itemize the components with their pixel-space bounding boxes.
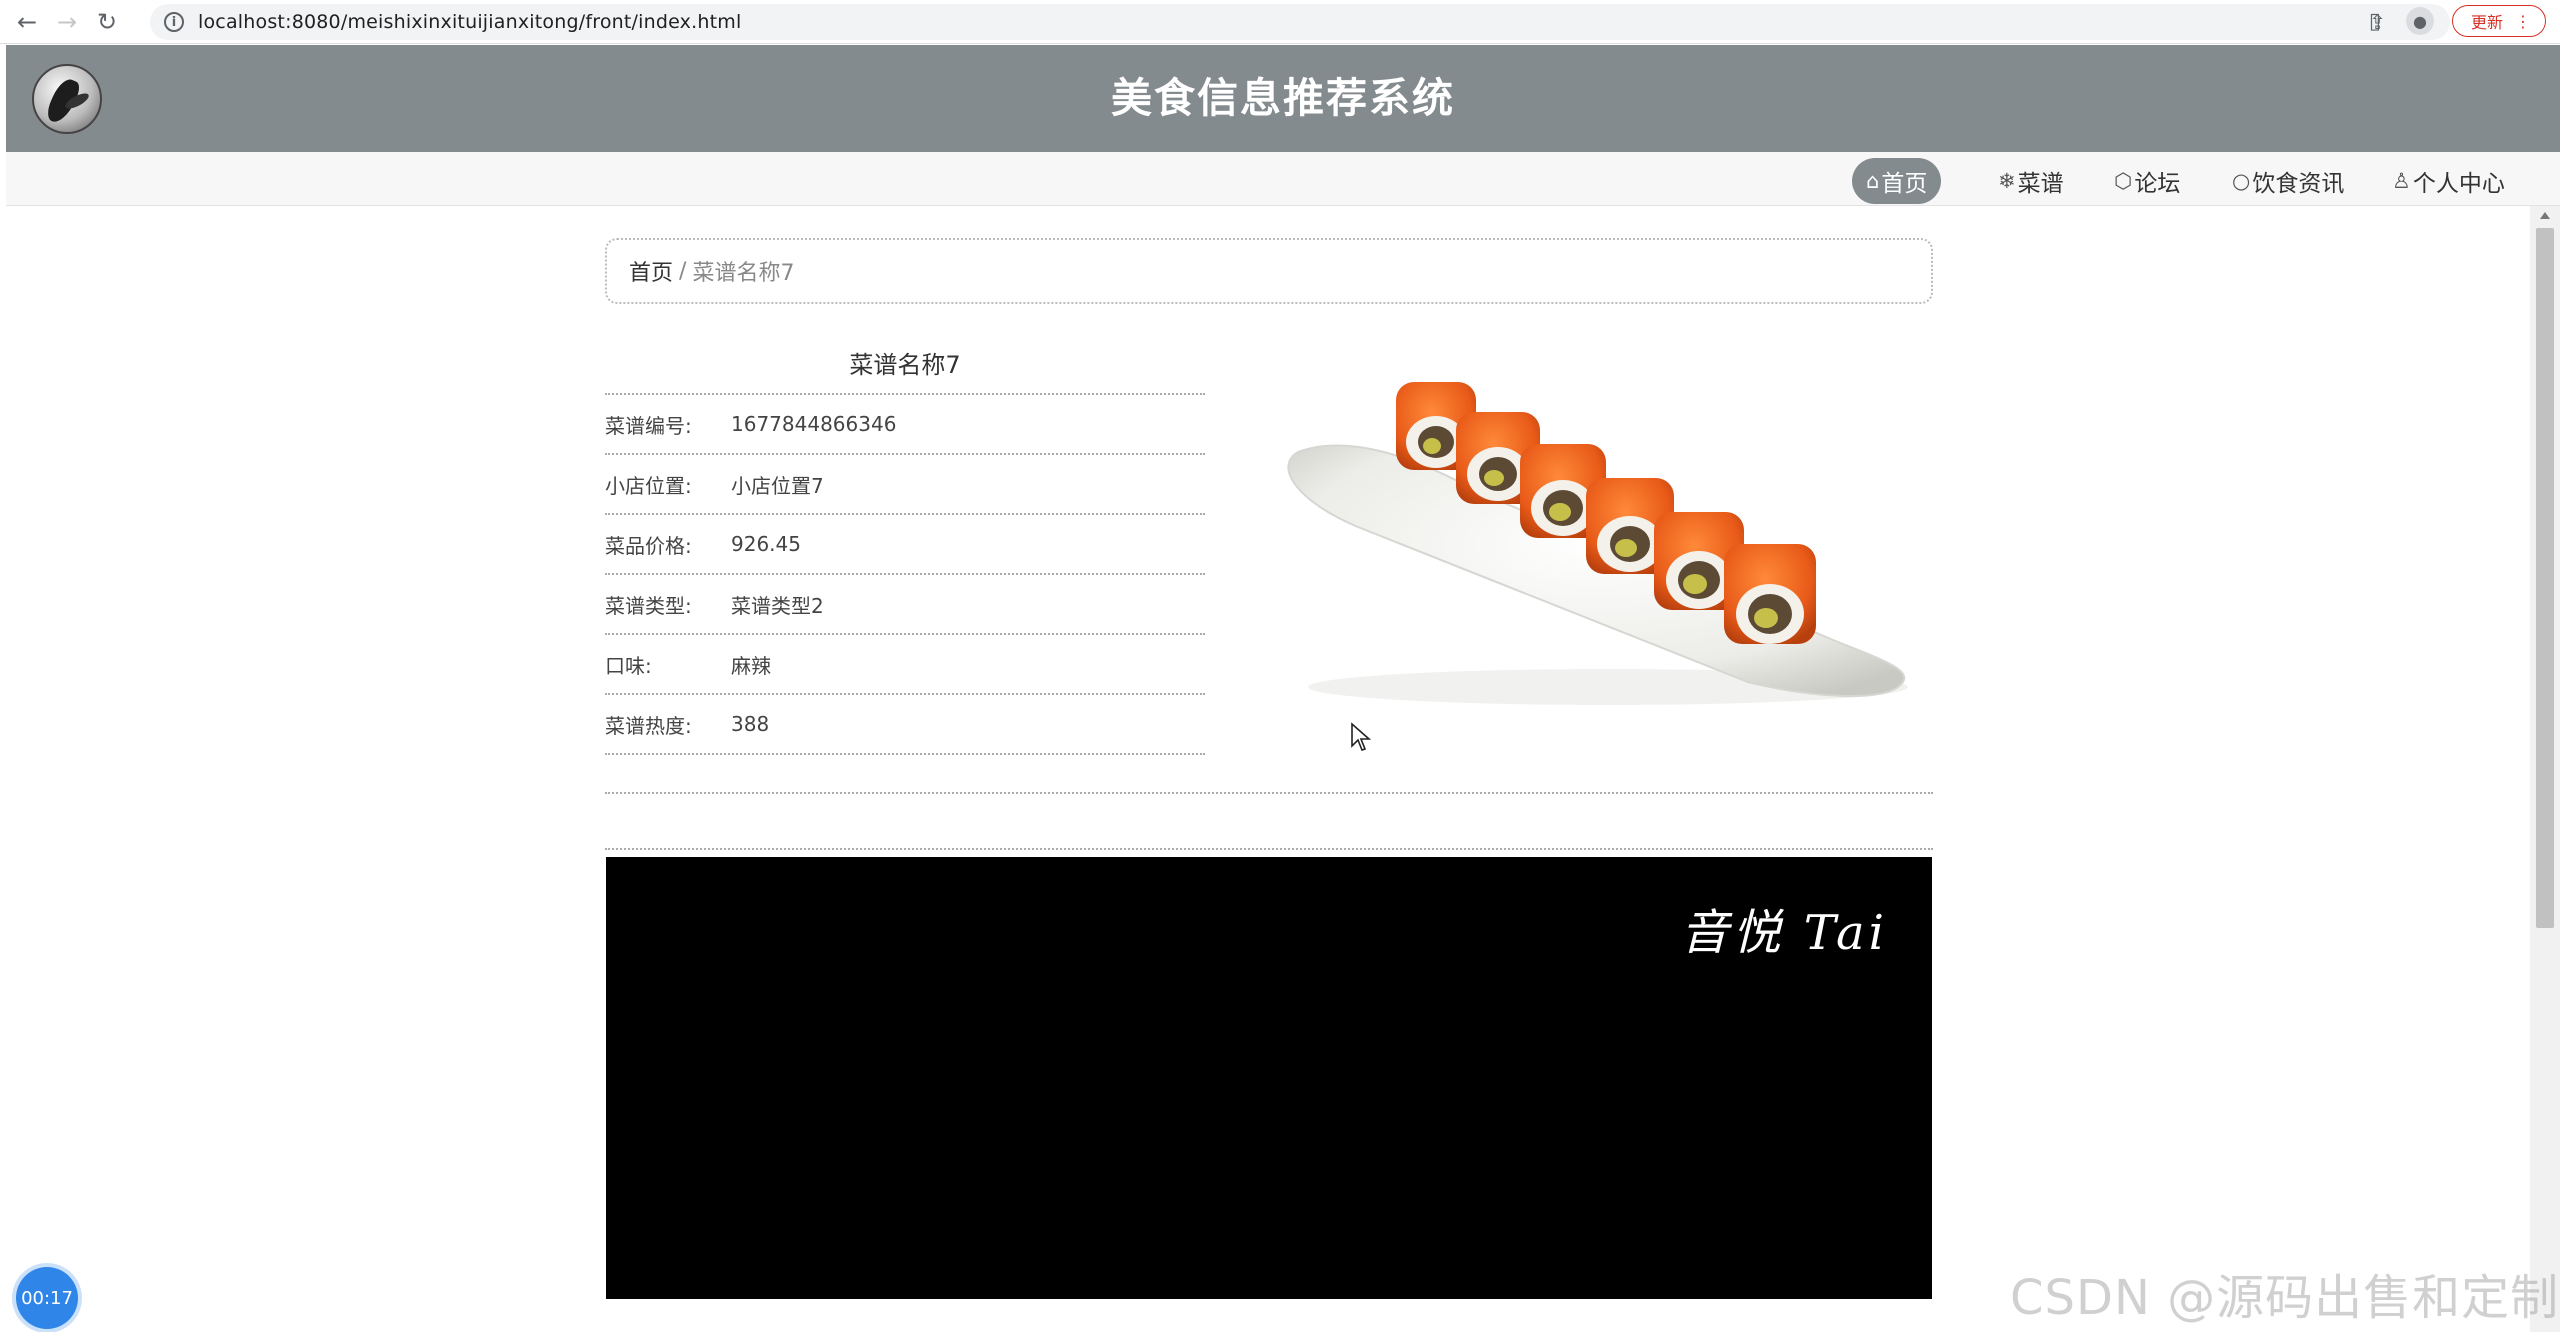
site-info-icon[interactable]: i <box>164 12 184 32</box>
site-header: 美食信息推荐系统 <box>6 45 2560 152</box>
info-label: 菜品价格: <box>605 533 692 558</box>
video-player[interactable]: 音悦 Tai <box>606 857 1932 1299</box>
info-label: 口味: <box>605 653 652 678</box>
main-nav: ⌂ 首页 ❄ 菜谱 ⬡ 论坛 ○ 饮食资讯 ♙ 个人中心 <box>6 152 2560 206</box>
info-label: 菜谱编号: <box>605 413 692 438</box>
breadcrumb-separator: / <box>679 258 687 284</box>
reload-icon[interactable]: ↻ <box>92 7 122 37</box>
nav-item-recipes[interactable]: ❄ 菜谱 <box>1998 158 2064 204</box>
info-value: 麻辣 <box>731 653 771 678</box>
nav-item-label: 论坛 <box>2134 171 2181 197</box>
info-value: 926.45 <box>731 532 801 556</box>
breadcrumb-home[interactable]: 首页 <box>629 255 673 287</box>
info-label: 菜谱类型: <box>605 593 692 618</box>
nav-item-label: 首页 <box>1881 171 1928 197</box>
circle-icon: ○ <box>2232 169 2251 193</box>
csdn-watermark: CSDN @源码出售和定制 <box>2010 1270 2560 1326</box>
browser-toolbar: ← → ↻ i localhost:8080/meishixinxituijia… <box>0 0 2560 44</box>
video-signature: 音悦 Tai <box>1680 905 1888 961</box>
mouse-cursor-icon <box>1351 722 1372 751</box>
page-scrollbar[interactable] <box>2530 206 2560 1332</box>
address-bar[interactable]: i localhost:8080/meishixinxituijianxiton… <box>150 4 2450 40</box>
info-label: 小店位置: <box>605 473 692 498</box>
home-icon: ⌂ <box>1866 169 1880 193</box>
profile-avatar-icon[interactable]: ● <box>2405 7 2434 35</box>
nav-item-label: 个人中心 <box>2412 171 2505 197</box>
back-arrow-icon[interactable]: ← <box>12 7 42 37</box>
nav-item-label: 菜谱 <box>2017 171 2064 197</box>
section-divider <box>605 848 1933 850</box>
info-row-type: 菜谱类型: 菜谱类型2 <box>605 575 1205 633</box>
info-row-location: 小店位置: 小店位置7 <box>605 455 1205 513</box>
recipe-title: 菜谱名称7 <box>849 351 961 379</box>
url-text: localhost:8080/meishixinxituijianxitong/… <box>198 11 742 33</box>
snowflake-icon: ❄ <box>1998 169 2016 193</box>
forward-arrow-icon[interactable]: → <box>52 7 82 37</box>
update-label: 更新 <box>2470 13 2503 32</box>
nav-item-home[interactable]: ⌂ 首页 <box>1852 158 1942 204</box>
more-menu-icon: ⋮ <box>2515 11 2531 31</box>
info-value: 388 <box>731 712 770 736</box>
info-row-price: 菜品价格: 926.45 <box>605 515 1205 573</box>
info-row-popularity: 菜谱热度: 388 <box>605 695 1205 753</box>
update-button[interactable]: 更新 ⋮ <box>2451 5 2546 37</box>
info-row-taste: 口味: 麻辣 <box>605 635 1205 693</box>
info-value: 菜谱类型2 <box>731 593 824 618</box>
breadcrumb: 首页 / 菜谱名称7 <box>605 238 1933 304</box>
nav-item-news[interactable]: ○ 饮食资讯 <box>2232 158 2344 204</box>
section-divider <box>605 792 1933 794</box>
recipe-image <box>1287 382 1908 705</box>
info-label: 菜谱热度: <box>605 713 692 738</box>
recording-timer: 00:17 <box>16 1267 78 1329</box>
side-panel-icon[interactable]: ▯ <box>2362 8 2388 34</box>
divider <box>605 753 1205 755</box>
site-title: 美食信息推荐系统 <box>1111 74 1455 122</box>
user-icon: ♙ <box>2392 169 2411 193</box>
nav-item-label: 饮食资讯 <box>2252 171 2345 197</box>
scroll-up-arrow-icon[interactable] <box>2540 212 2550 219</box>
nav-item-forum[interactable]: ⬡ 论坛 <box>2114 158 2180 204</box>
scroll-thumb[interactable] <box>2536 228 2554 928</box>
info-row-id: 菜谱编号: 1677844866346 <box>605 395 1205 453</box>
breadcrumb-current: 菜谱名称7 <box>692 261 795 286</box>
nav-item-profile[interactable]: ♙ 个人中心 <box>2392 158 2505 204</box>
info-value: 1677844866346 <box>731 412 897 436</box>
info-value: 小店位置7 <box>731 473 824 498</box>
tag-icon: ⬡ <box>2114 169 2133 193</box>
